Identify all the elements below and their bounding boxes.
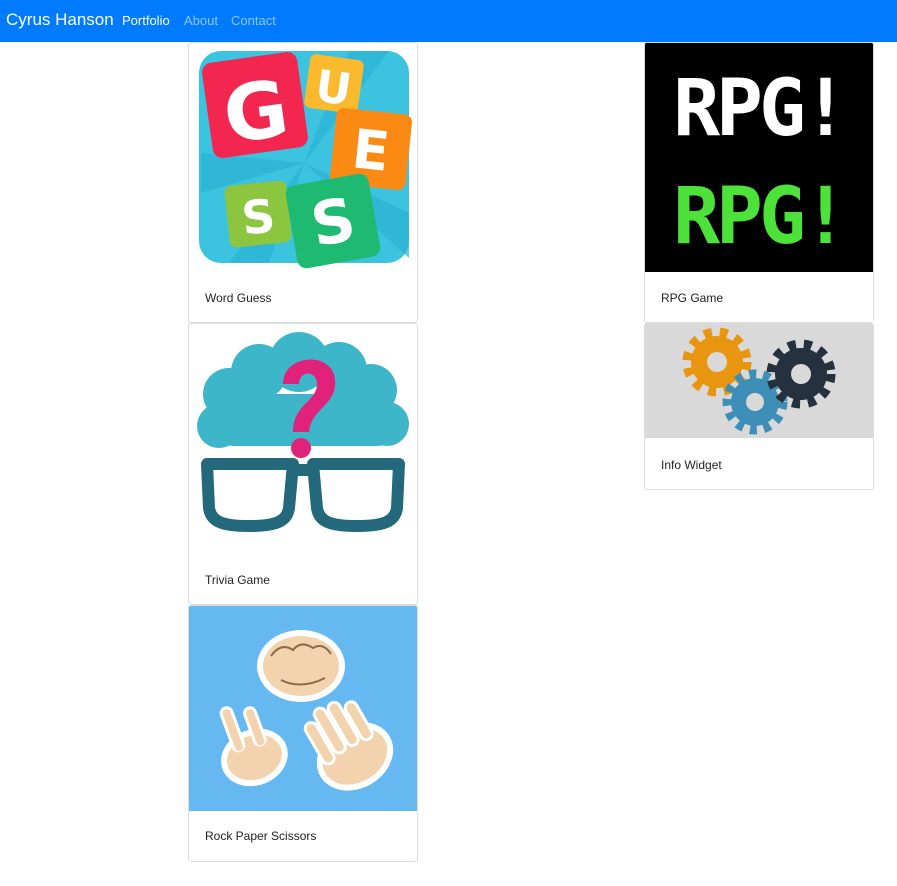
nav-portfolio-link[interactable]: Portfolio [122,13,170,28]
portfolio-card-trivia-game[interactable]: Trivia Game [188,323,418,605]
card-title: Info Widget [661,458,722,472]
rpg-game-image[interactable]: RPG! RPG! [645,43,873,272]
card-title: Trivia Game [205,573,270,587]
letter-e: E [349,117,392,184]
word-guess-image[interactable]: U G E S S [189,43,417,273]
portfolio-card-rock-paper-scissors[interactable]: Rock Paper Scissors [188,605,418,862]
portfolio-card-rpg-game[interactable]: RPG! RPG! RPG Game [644,42,874,323]
nav-contact-link[interactable]: Contact [231,13,276,28]
letter-g: G [218,64,294,162]
letter-u: U [312,61,354,116]
brand-link[interactable]: Cyrus Hanson [6,10,114,30]
navbar: Cyrus Hanson Portfolio About Contact [0,0,897,42]
nav-about-link[interactable]: About [184,13,218,28]
rpg-text-green: RPG! [673,172,845,262]
letter-s-1: S [239,188,278,245]
portfolio-card-info-widget[interactable]: Info Widget [644,323,874,490]
card-title: Rock Paper Scissors [205,829,317,843]
card-title: Word Guess [205,291,272,305]
rock-paper-scissors-image[interactable] [189,606,417,811]
trivia-game-image[interactable] [189,324,417,556]
info-widget-image[interactable] [645,324,873,438]
rpg-text-white: RPG! [673,64,845,154]
card-title: RPG Game [661,291,724,305]
portfolio-card-word-guess[interactable]: U G E S S Word Guess [188,42,418,323]
